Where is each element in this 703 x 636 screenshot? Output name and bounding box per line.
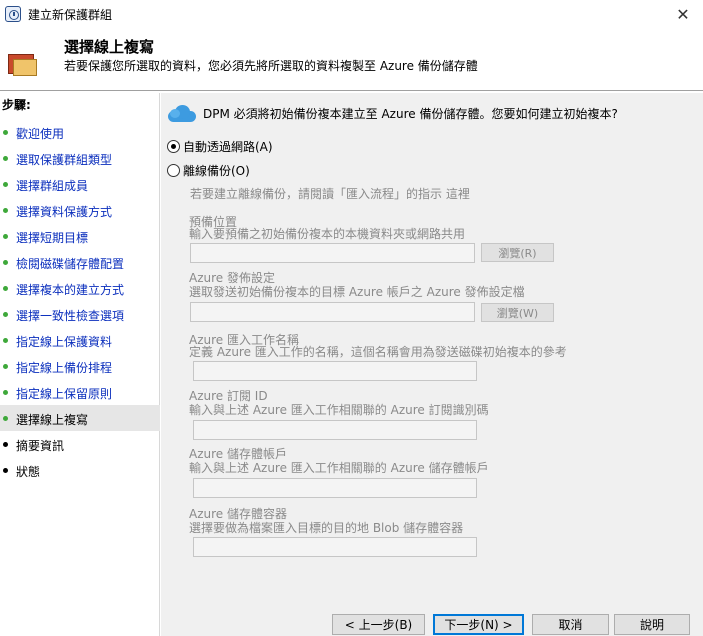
replication-question: DPM 必須將初始備份複本建立至 Azure 備份儲存體。您要如何建立初始複本? <box>203 107 618 121</box>
cancel-button[interactable]: 取消 <box>532 614 609 635</box>
step-label: 選擇群組成員 <box>16 179 89 193</box>
step-complete-icon <box>3 234 8 239</box>
step-online-backup-schedule[interactable]: 指定線上備份排程 <box>0 353 160 379</box>
next-button[interactable]: 下一步(N) > <box>433 614 524 635</box>
step-replica-creation[interactable]: 選擇複本的建立方式 <box>0 275 160 301</box>
staging-location-input[interactable] <box>190 243 475 263</box>
step-consistency-check[interactable]: 選擇一致性檢查選項 <box>0 301 160 327</box>
browse-r-button[interactable]: 瀏覽(R) <box>481 243 554 262</box>
app-clock-icon <box>5 6 21 22</box>
wizard-header: 選擇線上複寫 若要保護您所選取的資料，您必須先將所選取的資料複製至 Azure … <box>0 28 703 90</box>
step-protection-method[interactable]: 選擇資料保護方式 <box>0 197 160 223</box>
step-complete-icon <box>3 130 8 135</box>
steps-label: 步驟: <box>2 98 31 112</box>
storage-container-select[interactable] <box>193 537 477 557</box>
cloud-icon <box>166 103 198 123</box>
step-disk-allocation[interactable]: 檢閱磁碟儲存體配置 <box>0 249 160 275</box>
steps-sidebar: 步驟: 歡迎使用 選取保護群組類型 選擇群組成員 選擇資料保護方式 選擇短期目標… <box>0 93 160 636</box>
storage-account-input[interactable] <box>193 478 477 498</box>
browse-w-button[interactable]: 瀏覽(W) <box>481 303 554 322</box>
step-label: 選擇資料保護方式 <box>16 205 113 219</box>
subscription-description: 輸入與上述 Azure 匯入工作相關聯的 Azure 訂閱識別碼 <box>189 403 489 417</box>
import-job-description: 定義 Azure 匯入工作的名稱，這個名稱會用為發送磁碟初始複本的參考 <box>189 345 567 359</box>
step-complete-icon <box>3 390 8 395</box>
radio-online-label[interactable]: 自動透過網路(A) <box>183 138 273 155</box>
step-complete-icon <box>3 182 8 187</box>
storage-account-description: 輸入與上述 Azure 匯入工作相關聯的 Azure 儲存體帳戶 <box>189 461 489 475</box>
staging-description: 輸入要預備之初始備份複本的本機資料夾或網路共用 <box>189 227 466 241</box>
step-label: 選擇短期目標 <box>16 231 89 245</box>
step-complete-icon <box>3 156 8 161</box>
step-label: 狀態 <box>16 465 41 479</box>
step-label: 檢閱磁碟儲存體配置 <box>16 257 125 271</box>
step-complete-icon <box>3 364 8 369</box>
step-label: 選取保護群組類型 <box>16 153 113 167</box>
radio-offline-label[interactable]: 離線備份(O) <box>183 162 250 179</box>
step-pending-icon <box>3 468 8 473</box>
step-select-members[interactable]: 選擇群組成員 <box>0 171 160 197</box>
step-label: 選擇一致性檢查選項 <box>16 309 125 323</box>
protection-group-icon <box>8 50 38 76</box>
step-label: 選擇線上複寫 <box>16 413 89 427</box>
step-label: 指定線上保留原則 <box>16 387 113 401</box>
help-button[interactable]: 說明 <box>614 614 690 635</box>
step-label: 指定線上保護資料 <box>16 335 113 349</box>
title-bar: 建立新保護群組 ✕ <box>0 0 703 28</box>
step-complete-icon <box>3 286 8 291</box>
step-complete-icon <box>3 338 8 343</box>
step-summary: 摘要資訊 <box>0 431 160 457</box>
publish-settings-description: 選取發送初始備份複本的目標 Azure 帳戶之 Azure 發佈設定檔 <box>189 285 525 299</box>
step-label: 歡迎使用 <box>16 127 65 141</box>
step-online-protection-data[interactable]: 指定線上保護資料 <box>0 327 160 353</box>
step-label: 選擇複本的建立方式 <box>16 283 125 297</box>
radio-online[interactable] <box>167 140 180 153</box>
step-pending-icon <box>3 442 8 447</box>
header-divider <box>0 90 703 92</box>
step-complete-icon <box>3 208 8 213</box>
subscription-id-input[interactable] <box>193 420 477 440</box>
page-title: 選擇線上複寫 <box>64 38 155 56</box>
option-online[interactable]: 自動透過網路(A) <box>167 138 273 155</box>
step-complete-icon <box>3 260 8 265</box>
step-status: 狀態 <box>0 457 160 483</box>
option-offline[interactable]: 離線備份(O) <box>167 162 250 179</box>
step-current-icon <box>3 416 8 421</box>
step-complete-icon <box>3 312 8 317</box>
publish-settings-input[interactable] <box>190 302 475 322</box>
page-subtitle: 若要保護您所選取的資料，您必須先將所選取的資料複製至 Azure 備份儲存體 <box>64 59 478 73</box>
step-welcome[interactable]: 歡迎使用 <box>0 119 160 145</box>
close-button[interactable]: ✕ <box>663 0 703 28</box>
back-button[interactable]: < 上一步(B) <box>332 614 425 635</box>
step-label: 指定線上備份排程 <box>16 361 113 375</box>
radio-offline[interactable] <box>167 164 180 177</box>
step-online-replication[interactable]: 選擇線上複寫 <box>0 405 160 431</box>
storage-container-description: 選擇要做為檔案匯入目標的目的地 Blob 儲存體容器 <box>189 521 464 535</box>
content-panel: DPM 必須將初始備份複本建立至 Azure 備份儲存體。您要如何建立初始複本?… <box>161 93 703 636</box>
step-online-retention-policy[interactable]: 指定線上保留原則 <box>0 379 160 405</box>
window-title: 建立新保護群組 <box>28 8 113 22</box>
step-short-term-goals[interactable]: 選擇短期目標 <box>0 223 160 249</box>
step-label: 摘要資訊 <box>16 439 65 453</box>
import-job-name-input[interactable] <box>193 361 477 381</box>
offline-instructions: 若要建立離線備份，請閱讀「匯入流程」的指示 這裡 <box>190 187 470 201</box>
step-select-group-type[interactable]: 選取保護群組類型 <box>0 145 160 171</box>
